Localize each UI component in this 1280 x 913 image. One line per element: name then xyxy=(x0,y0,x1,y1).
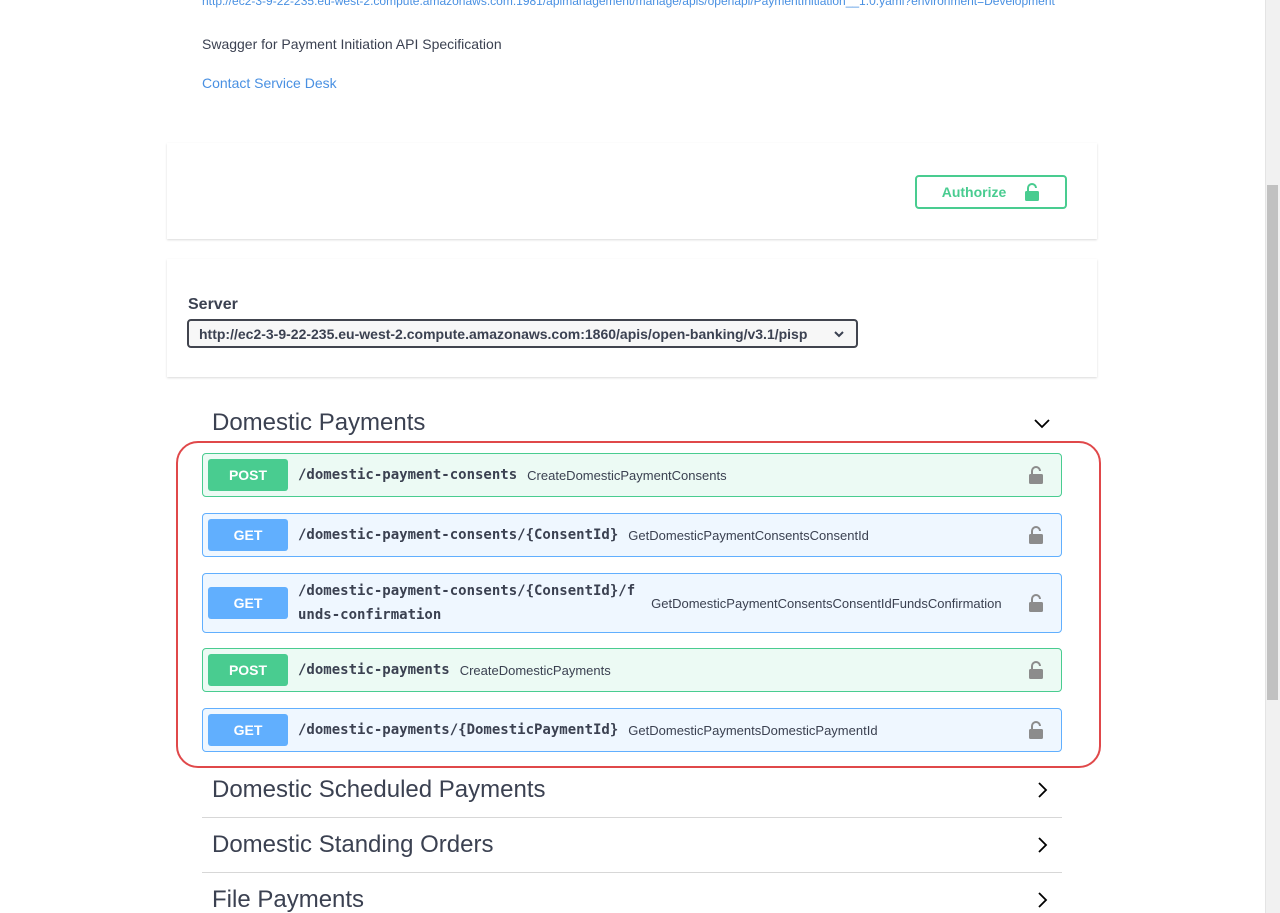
spec-url-link[interactable]: http://ec2-3-9-22-235.eu-west-2.compute.… xyxy=(202,0,1062,8)
authorize-button[interactable]: Authorize xyxy=(915,175,1067,209)
operation-get-domestic-payment-consent[interactable]: GET /domestic-payment-consents/{ConsentI… xyxy=(202,513,1062,557)
tag-title: Domestic Standing Orders xyxy=(212,830,494,858)
lock-icon[interactable] xyxy=(1028,526,1044,544)
method-badge: GET xyxy=(208,519,288,551)
scrollbar-thumb[interactable] xyxy=(1267,185,1278,700)
operation-path: /domestic-payment-consents xyxy=(298,467,518,483)
operation-summary: CreateDomesticPayments xyxy=(459,662,611,678)
lock-icon[interactable] xyxy=(1028,721,1044,739)
tag-domestic-payments[interactable]: Domestic Payments xyxy=(202,395,1062,451)
lock-icon[interactable] xyxy=(1028,661,1044,679)
authorize-label: Authorize xyxy=(941,184,1007,200)
method-badge: POST xyxy=(208,654,288,686)
operation-summary: CreateDomesticPaymentConsents xyxy=(527,467,727,483)
chevron-right-icon xyxy=(1038,836,1048,853)
operation-post-domestic-payment-consents[interactable]: POST /domestic-payment-consents CreateDo… xyxy=(202,453,1062,497)
tag-title: Domestic Payments xyxy=(212,409,426,436)
method-badge: GET xyxy=(208,714,288,746)
api-description: Swagger for Payment Initiation API Speci… xyxy=(202,36,502,52)
chevron-down-icon xyxy=(834,330,844,337)
chevron-down-icon xyxy=(1034,419,1050,429)
method-badge: POST xyxy=(208,459,288,491)
operation-get-domestic-payment[interactable]: GET /domestic-payments/{DomesticPaymentI… xyxy=(202,708,1062,752)
tag-domestic-scheduled-payments[interactable]: Domestic Scheduled Payments xyxy=(202,762,1062,818)
operation-path-line1: /domestic-payment-consents/{ConsentId}/f xyxy=(298,583,636,599)
contact-service-desk-link[interactable]: Contact Service Desk xyxy=(202,75,337,91)
chevron-right-icon xyxy=(1038,781,1048,798)
operation-path: /domestic-payment-consents/{ConsentId}/f… xyxy=(298,579,635,627)
auth-section: Authorize xyxy=(167,143,1097,239)
operation-summary: GetDomesticPaymentConsentsConsentIdFunds… xyxy=(651,595,1002,611)
operation-path-line2: unds-confirmation xyxy=(298,607,442,623)
tag-title: Domestic Scheduled Payments xyxy=(212,775,546,803)
operation-path: /domestic-payment-consents/{ConsentId} xyxy=(298,527,619,543)
lock-icon[interactable] xyxy=(1028,594,1044,612)
server-selected-value: http://ec2-3-9-22-235.eu-west-2.compute.… xyxy=(199,325,808,342)
chevron-right-icon xyxy=(1038,892,1048,908)
unlock-icon xyxy=(1025,183,1040,201)
operation-path: /domestic-payments/{DomesticPaymentId} xyxy=(298,722,619,738)
operation-path: /domestic-payments xyxy=(298,662,450,678)
operation-summary: GetDomesticPaymentConsentsConsentId xyxy=(628,527,869,543)
server-section: Server http://ec2-3-9-22-235.eu-west-2.c… xyxy=(167,259,1097,377)
operation-get-funds-confirmation[interactable]: GET /domestic-payment-consents/{ConsentI… xyxy=(202,573,1062,633)
tag-file-payments[interactable]: File Payments xyxy=(202,872,1062,913)
scrollbar-track[interactable] xyxy=(1265,0,1280,913)
operation-summary: GetDomesticPaymentsDomesticPaymentId xyxy=(628,722,878,738)
tag-domestic-standing-orders[interactable]: Domestic Standing Orders xyxy=(202,817,1062,873)
server-label: Server xyxy=(188,296,238,313)
tag-title: File Payments xyxy=(212,886,365,913)
method-badge: GET xyxy=(208,587,288,619)
server-select[interactable]: http://ec2-3-9-22-235.eu-west-2.compute.… xyxy=(187,319,858,348)
operation-post-domestic-payments[interactable]: POST /domestic-payments CreateDomesticPa… xyxy=(202,648,1062,692)
lock-icon[interactable] xyxy=(1028,466,1044,484)
